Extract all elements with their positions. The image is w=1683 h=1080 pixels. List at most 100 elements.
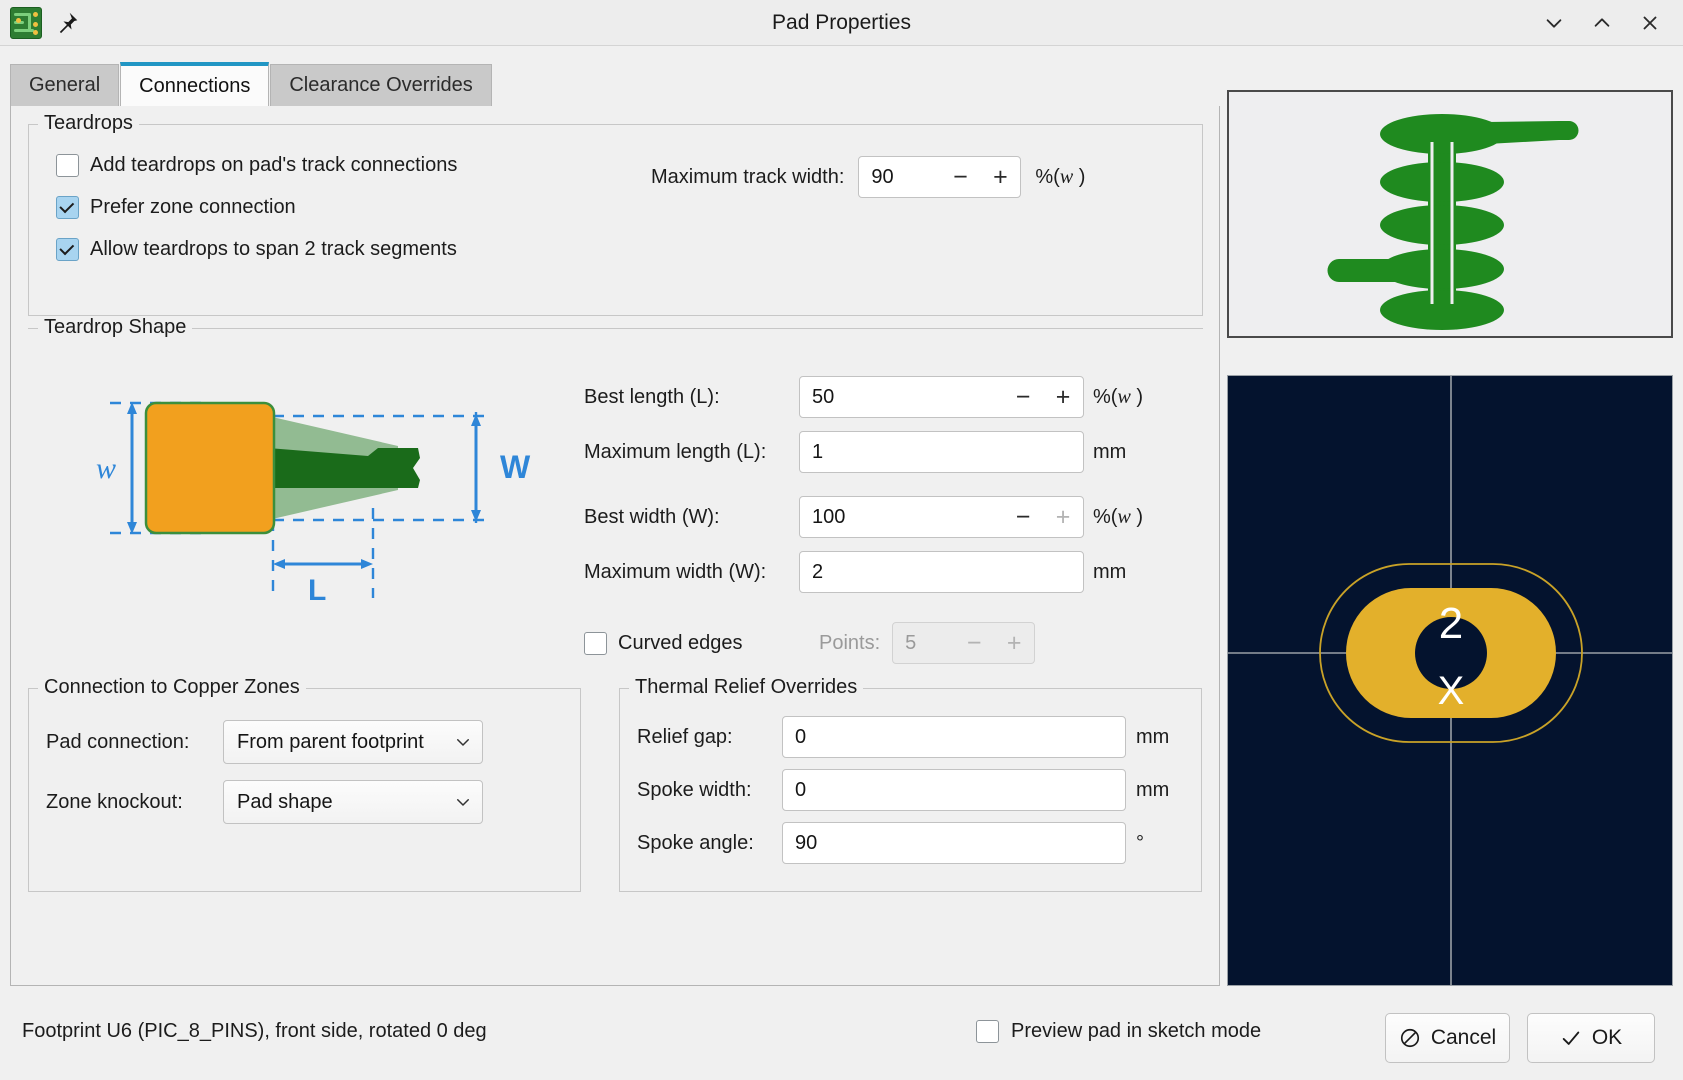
ok-button[interactable]: OK xyxy=(1527,1013,1655,1063)
maximum-length-label: Maximum length (L): xyxy=(584,440,767,463)
maximize-button[interactable] xyxy=(1591,12,1613,34)
teardrop-shape-group-label: Teardrop Shape xyxy=(38,316,193,339)
maximum-length-unit: mm xyxy=(1093,440,1127,463)
points-spinner: 5 − + xyxy=(892,622,1036,664)
span-two-segments-checkbox[interactable] xyxy=(56,238,79,261)
best-width-value[interactable]: 100 xyxy=(800,506,1003,529)
add-teardrops-label: Add teardrops on pad's track connections xyxy=(90,154,458,176)
status-text: Footprint U6 (PIC_8_PINS), front side, r… xyxy=(22,1020,487,1042)
max-track-width-value[interactable]: 90 xyxy=(859,166,940,189)
window-title: Pad Properties xyxy=(772,10,911,34)
relief-gap-input[interactable]: 0 xyxy=(782,716,1126,758)
pad-connection-combo[interactable]: From parent footprint xyxy=(223,720,483,764)
chevron-down-icon xyxy=(454,733,472,751)
best-length-plus-button[interactable]: + xyxy=(1043,377,1083,417)
relief-gap-unit: mm xyxy=(1136,725,1170,748)
teardrop-shape-group: Teardrop Shape w W L Best length (L): 50… xyxy=(28,316,1203,664)
spoke-angle-value[interactable]: 90 xyxy=(783,832,1125,855)
best-width-label: Best width (W): xyxy=(584,505,720,528)
cancel-label: Cancel xyxy=(1430,1026,1497,1049)
prefer-zone-connection-checkbox[interactable] xyxy=(56,196,79,219)
points-minus-button: − xyxy=(966,628,982,657)
best-length-minus-button[interactable]: − xyxy=(1003,377,1043,417)
max-track-width-label: Maximum track width: xyxy=(651,165,845,188)
diagram-label-w-big: W xyxy=(500,449,531,485)
spoke-width-value[interactable]: 0 xyxy=(783,779,1125,802)
points-plus-button: + xyxy=(1006,628,1022,657)
sketch-mode-label: Preview pad in sketch mode xyxy=(1011,1020,1262,1042)
kicad-pcb-icon xyxy=(10,6,42,39)
curved-edges-checkbox[interactable] xyxy=(584,631,607,655)
max-track-width-spinner[interactable]: 90 − + xyxy=(858,156,1022,198)
sketch-mode-checkbox-row[interactable]: Preview pad in sketch mode xyxy=(976,1020,1261,1043)
tab-connections[interactable]: Connections xyxy=(120,62,270,106)
minimize-button[interactable] xyxy=(1543,12,1565,34)
best-length-unit: %(w ) xyxy=(1093,385,1144,408)
zone-knockout-combo[interactable]: Pad shape xyxy=(223,780,483,824)
teardrops-group-label: Teardrops xyxy=(38,112,139,135)
title-bar-left xyxy=(0,6,200,39)
pad-connection-value: From parent footprint xyxy=(237,730,424,753)
teardrops-group: Teardrops Add teardrops on pad's track c… xyxy=(28,112,1203,316)
points-label: Points: xyxy=(819,631,881,654)
best-width-plus-button: + xyxy=(1055,502,1071,531)
window-controls xyxy=(1483,12,1683,34)
maximum-width-input[interactable]: 2 xyxy=(799,551,1084,593)
prefer-zone-connection-checkbox-row[interactable]: Prefer zone connection xyxy=(56,196,457,219)
spoke-width-label: Spoke width: xyxy=(637,778,752,801)
best-length-value[interactable]: 50 xyxy=(800,386,1003,409)
chevron-down-icon xyxy=(454,793,472,811)
cancel-button[interactable]: Cancel xyxy=(1385,1013,1510,1063)
relief-gap-value[interactable]: 0 xyxy=(783,726,1125,749)
diagram-label-w-small: w xyxy=(96,452,116,485)
zone-knockout-label: Zone knockout: xyxy=(46,790,183,813)
maximum-width-label: Maximum width (W): xyxy=(584,560,767,583)
maximum-width-unit: mm xyxy=(1093,560,1127,583)
tab-general[interactable]: General xyxy=(10,64,120,106)
title-bar: Pad Properties xyxy=(0,0,1683,46)
curved-edges-checkbox-row[interactable]: Curved edges xyxy=(584,631,799,655)
spoke-width-input[interactable]: 0 xyxy=(782,769,1126,811)
spoke-angle-input[interactable]: 90 xyxy=(782,822,1126,864)
spoke-angle-label: Spoke angle: xyxy=(637,831,754,854)
tab-clearance-overrides[interactable]: Clearance Overrides xyxy=(270,64,492,106)
max-track-width-minus-button[interactable]: − xyxy=(940,157,980,197)
best-length-spinner[interactable]: 50 − + xyxy=(799,376,1084,418)
sketch-mode-checkbox[interactable] xyxy=(976,1020,999,1043)
pad-net-label: X xyxy=(1438,669,1465,713)
check-icon xyxy=(1560,1027,1582,1049)
teardrop-preview xyxy=(1227,90,1673,338)
connections-panel: Teardrops Add teardrops on pad's track c… xyxy=(10,106,1220,986)
max-track-width-unit: %(w ) xyxy=(1035,165,1086,188)
close-button[interactable] xyxy=(1639,12,1661,34)
curved-edges-label: Curved edges xyxy=(618,631,743,654)
spoke-width-unit: mm xyxy=(1136,778,1170,801)
maximum-length-value[interactable]: 1 xyxy=(800,441,1083,464)
prefer-zone-connection-label: Prefer zone connection xyxy=(90,196,296,218)
thermal-relief-group: Thermal Relief Overrides Relief gap: 0 m… xyxy=(619,676,1202,892)
add-teardrops-checkbox-row[interactable]: Add teardrops on pad's track connections xyxy=(56,154,457,177)
relief-gap-label: Relief gap: xyxy=(637,725,733,748)
pin-icon[interactable] xyxy=(54,10,80,36)
best-length-label: Best length (L): xyxy=(584,385,720,408)
best-width-unit: %(w ) xyxy=(1093,505,1144,528)
copper-zones-group-label: Connection to Copper Zones xyxy=(38,676,306,699)
maximum-length-input[interactable]: 1 xyxy=(799,431,1084,473)
pad-3d-preview[interactable]: 2 X xyxy=(1227,375,1673,986)
diagram-label-l: L xyxy=(308,574,326,607)
thermal-relief-group-label: Thermal Relief Overrides xyxy=(629,676,864,699)
span-two-segments-checkbox-row[interactable]: Allow teardrops to span 2 track segments xyxy=(56,238,457,261)
no-entry-icon xyxy=(1399,1027,1421,1049)
pad-connection-label: Pad connection: xyxy=(46,730,190,753)
add-teardrops-checkbox[interactable] xyxy=(56,154,79,177)
best-width-minus-button[interactable]: − xyxy=(1003,497,1043,537)
points-value: 5 xyxy=(905,631,917,654)
best-width-spinner[interactable]: 100 − + xyxy=(799,496,1084,538)
max-track-width-plus-button[interactable]: + xyxy=(980,157,1020,197)
teardrop-shape-diagram: w W L xyxy=(68,368,568,618)
maximum-width-value[interactable]: 2 xyxy=(800,561,1083,584)
ok-label: OK xyxy=(1591,1026,1623,1049)
copper-zones-group: Connection to Copper Zones Pad connectio… xyxy=(28,676,581,892)
spoke-angle-unit: ° xyxy=(1136,831,1144,854)
pad-number-label: 2 xyxy=(1439,599,1463,648)
